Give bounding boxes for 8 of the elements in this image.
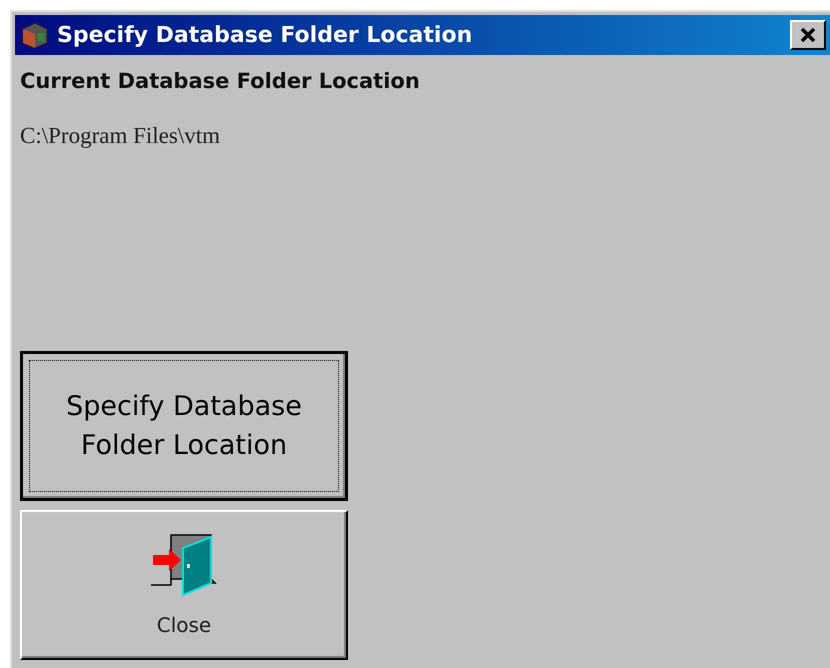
close-button[interactable]: Close (20, 510, 348, 660)
folder-path: C:\Program Files\vtm (20, 123, 221, 149)
specify-folder-button[interactable]: Specify Database Folder Location (20, 351, 348, 501)
window-title: Specify Database Folder Location (57, 22, 474, 48)
section-heading: Current Database Folder Location (20, 69, 421, 93)
app-icon (21, 21, 49, 49)
exit-door-icon (151, 533, 217, 599)
close-icon[interactable] (790, 20, 826, 50)
